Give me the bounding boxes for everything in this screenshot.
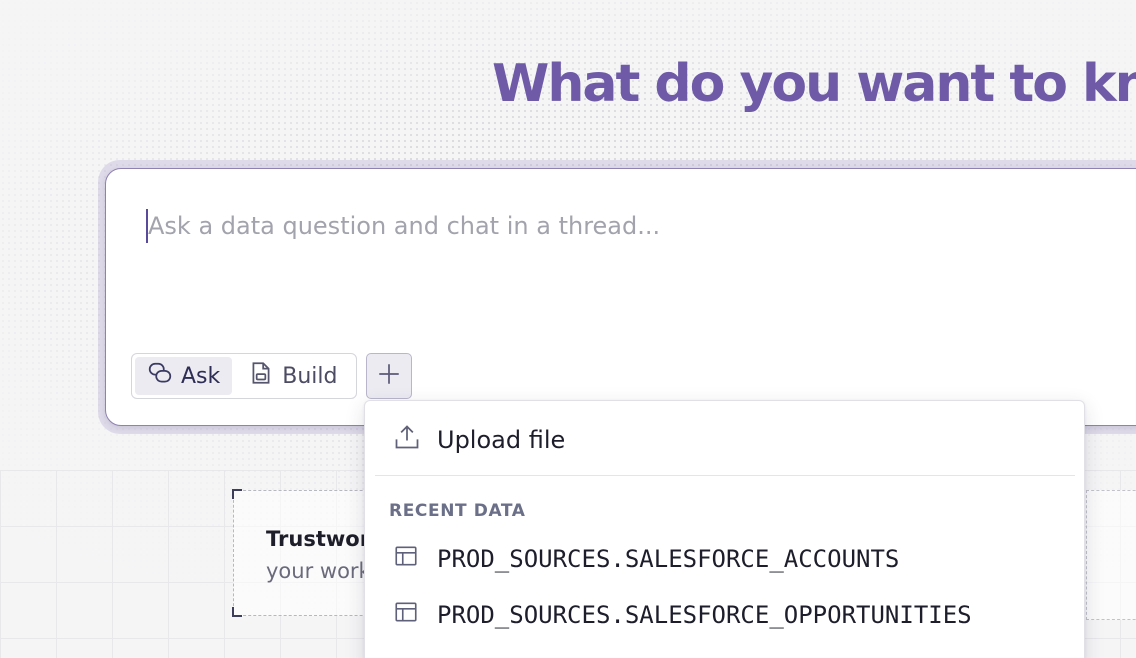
card-corner-mark	[232, 489, 242, 499]
page-canvas: What do you want to know? Ask	[0, 0, 1136, 658]
upload-file-menu-item[interactable]: Upload file	[375, 415, 1075, 465]
document-icon	[248, 360, 274, 392]
ask-mode-label: Ask	[181, 363, 221, 389]
card-subtitle: your work	[266, 559, 371, 583]
build-mode-button[interactable]: Build	[236, 357, 349, 395]
menu-divider	[375, 475, 1075, 476]
table-icon	[393, 543, 419, 575]
table-icon	[393, 599, 419, 631]
ask-mode-button[interactable]: Ask	[135, 357, 233, 395]
prompt-input[interactable]	[146, 209, 1106, 243]
recent-data-label: PROD_SOURCES.SALESFORCE_OPPORTUNITIES	[437, 601, 972, 629]
upload-file-label: Upload file	[437, 426, 566, 454]
add-context-dropdown: Upload file RECENT DATA PROD_SOURCES.SAL…	[364, 400, 1085, 658]
card-title: Trustwor	[266, 527, 371, 551]
plus-icon	[376, 361, 402, 392]
recent-data-item[interactable]: PROD_SOURCES.SALESFORCE_OPPORTUNITIES	[375, 591, 1075, 639]
add-context-button[interactable]	[366, 353, 412, 399]
page-title: What do you want to know?	[492, 54, 1136, 114]
prompt-container: Ask Build	[105, 168, 1136, 426]
recent-data-item[interactable]: PROD_SOURCES.SALESFORCE_ACCOUNTS	[375, 535, 1075, 583]
feature-card-right[interactable]	[1086, 490, 1136, 620]
chat-bubbles-icon	[147, 360, 173, 392]
mode-switch: Ask Build	[131, 353, 357, 399]
recent-data-heading: RECENT DATA	[389, 501, 526, 521]
upload-icon	[393, 423, 421, 457]
build-mode-label: Build	[282, 363, 338, 389]
recent-data-label: PROD_SOURCES.SALESFORCE_ACCOUNTS	[437, 545, 900, 573]
card-corner-mark	[232, 607, 242, 617]
